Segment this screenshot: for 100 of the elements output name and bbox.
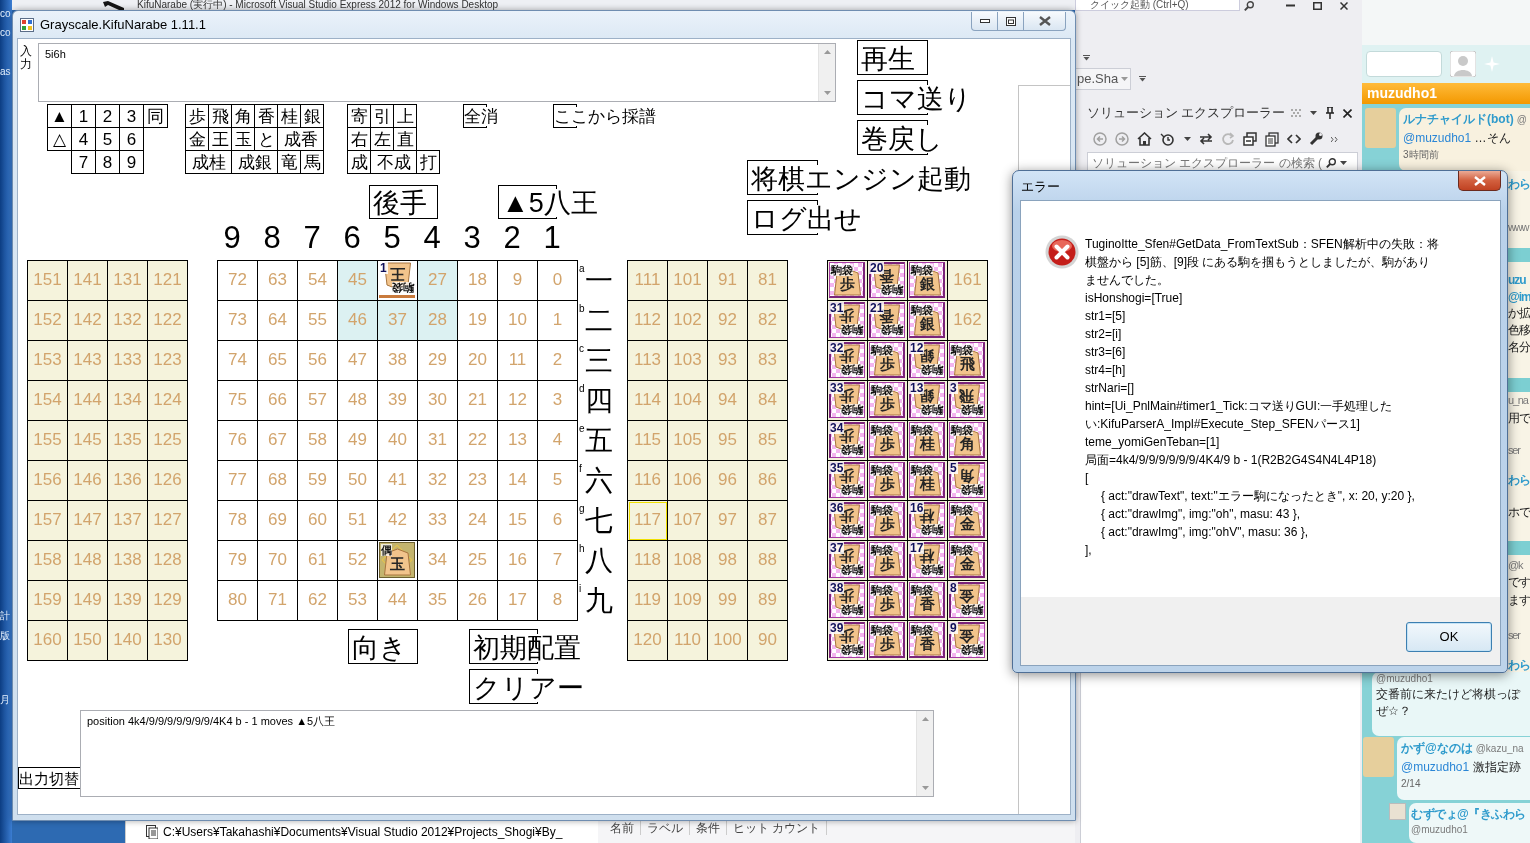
mention-link[interactable]: @muzudho1 <box>1401 760 1470 774</box>
board-square[interactable]: 54 <box>298 261 338 301</box>
maximize-button[interactable] <box>997 12 1024 31</box>
stand-square[interactable]: 121 <box>148 261 188 301</box>
stand-square[interactable]: 143 <box>68 341 108 381</box>
stand-square[interactable]: 126 <box>148 461 188 501</box>
board-square[interactable]: 2 <box>538 341 578 381</box>
board-square[interactable]: 12 <box>498 381 538 421</box>
stand-square[interactable]: 137 <box>108 501 148 541</box>
stand-square[interactable]: 156 <box>28 461 68 501</box>
stand-square[interactable]: 104 <box>668 381 708 421</box>
stand-square[interactable]: 129 <box>148 581 188 621</box>
piece-tile[interactable]: 駒袋 歩 <box>869 462 905 498</box>
board-square[interactable]: 4 <box>538 421 578 461</box>
tweet-author[interactable]: かず@なのは <box>1401 741 1473 755</box>
sync-icon[interactable] <box>1199 133 1213 145</box>
keypad-key[interactable]: 竜 <box>277 150 301 174</box>
board-square[interactable]: 1 <box>538 301 578 341</box>
board-square[interactable]: 3 <box>538 381 578 421</box>
piece-tile[interactable]: 駒袋 飛 <box>949 342 985 378</box>
board-square[interactable]: 48 <box>338 381 378 421</box>
board-square[interactable]: 67 <box>258 421 298 461</box>
stand-square[interactable]: 115 <box>628 421 668 461</box>
board-square[interactable]: 59 <box>298 461 338 501</box>
board-square[interactable]: 57 <box>298 381 338 421</box>
home-icon[interactable] <box>1137 132 1152 146</box>
close-button[interactable] <box>1458 171 1501 191</box>
clear-all-button[interactable]: 全消 <box>463 104 498 128</box>
stand-square[interactable]: 98 <box>708 541 748 581</box>
keypad-key[interactable]: ▲ <box>47 104 72 128</box>
keypad-key[interactable]: 9 <box>119 150 144 174</box>
stand-square[interactable]: 90 <box>748 621 788 661</box>
stand-square[interactable]: 91 <box>708 261 748 301</box>
board-square[interactable]: 7 <box>538 541 578 581</box>
stand-square[interactable]: 81 <box>748 261 788 301</box>
overflow-chevron-icon[interactable] <box>1139 76 1146 82</box>
board-square[interactable]: 53 <box>338 581 378 621</box>
stand-square[interactable]: 132 <box>108 301 148 341</box>
board-square[interactable]: 64 <box>258 301 298 341</box>
input-text-area[interactable]: 5i6h <box>38 43 836 102</box>
maximize-icon[interactable] <box>1313 1 1322 10</box>
tweet-handle[interactable]: @ <box>1516 114 1527 125</box>
stand-square[interactable]: 124 <box>148 381 188 421</box>
keypad-key[interactable]: △ <box>47 127 72 151</box>
keypad-key[interactable]: 角 <box>231 104 255 128</box>
wrench-icon[interactable] <box>1309 132 1323 146</box>
piece-tile[interactable]: 駒袋 金 <box>949 542 985 578</box>
stand-square[interactable]: 89 <box>748 581 788 621</box>
board-square[interactable]: 47 <box>338 341 378 381</box>
stand-square[interactable]: 107 <box>668 501 708 541</box>
stand-square[interactable]: 118 <box>628 541 668 581</box>
stand-square[interactable]: 94 <box>708 381 748 421</box>
bag-square[interactable]: 161 <box>948 261 988 301</box>
code-icon[interactable] <box>1287 134 1301 144</box>
board-square[interactable]: 49 <box>338 421 378 461</box>
keypad-key[interactable]: 上 <box>393 104 417 128</box>
stand-square[interactable]: 92 <box>708 301 748 341</box>
stand-square[interactable]: 99 <box>708 581 748 621</box>
keypad-key[interactable]: 桂 <box>277 104 301 128</box>
clock-icon[interactable] <box>1160 132 1176 146</box>
stand-square[interactable]: 110 <box>668 621 708 661</box>
stand-square[interactable]: 93 <box>708 341 748 381</box>
board-square[interactable]: 35 <box>418 581 458 621</box>
minimize-icon[interactable] <box>1286 4 1295 7</box>
stand-square[interactable]: 138 <box>108 541 148 581</box>
board-square[interactable]: 76 <box>218 421 258 461</box>
board-square[interactable]: 18 <box>458 261 498 301</box>
board-square[interactable]: 1 王 駒袋 <box>378 261 418 301</box>
piece-tile[interactable]: 駒袋 桂 <box>909 462 945 498</box>
board-square[interactable]: 55 <box>298 301 338 341</box>
stand-square[interactable]: 87 <box>748 501 788 541</box>
piece-tile[interactable]: 駒袋 歩 <box>869 622 905 658</box>
board-square[interactable]: 70 <box>258 541 298 581</box>
stand-square[interactable]: 109 <box>668 581 708 621</box>
keypad-key[interactable]: 打 <box>416 150 440 174</box>
piece-tile[interactable]: 駒袋 金 <box>949 502 985 538</box>
stand-square[interactable]: 147 <box>68 501 108 541</box>
overflow-chevron-icon[interactable] <box>1331 136 1338 142</box>
board-square[interactable]: 15 <box>498 501 538 541</box>
board-square[interactable]: 65 <box>258 341 298 381</box>
piece-tile[interactable]: 駒袋 銀 <box>909 262 945 298</box>
board-square[interactable]: 34 <box>418 541 458 581</box>
compose-field[interactable] <box>1366 51 1442 77</box>
keypad-key[interactable]: 銀 <box>300 104 324 128</box>
keypad-key[interactable]: 金 <box>185 127 209 151</box>
board-square[interactable]: 38 <box>378 341 418 381</box>
stand-square[interactable]: 157 <box>28 501 68 541</box>
stand-square[interactable]: 84 <box>748 381 788 421</box>
board-square[interactable]: 71 <box>258 581 298 621</box>
stand-square[interactable]: 102 <box>668 301 708 341</box>
configuration-dropdown[interactable]: pe.Sha <box>1075 68 1131 90</box>
board-square[interactable]: 21 <box>458 381 498 421</box>
search-icon[interactable] <box>1244 1 1254 11</box>
piece-tile[interactable]: 駒袋 歩 <box>869 382 905 418</box>
tweet-author[interactable]: むずでょ@『きふわら <box>1411 807 1526 821</box>
board-square[interactable]: 28 <box>418 301 458 341</box>
piece-tile[interactable]: 駒袋 歩 <box>869 342 905 378</box>
stand-square[interactable]: 151 <box>28 261 68 301</box>
stand-square[interactable]: 125 <box>148 421 188 461</box>
stand-square[interactable]: 149 <box>68 581 108 621</box>
